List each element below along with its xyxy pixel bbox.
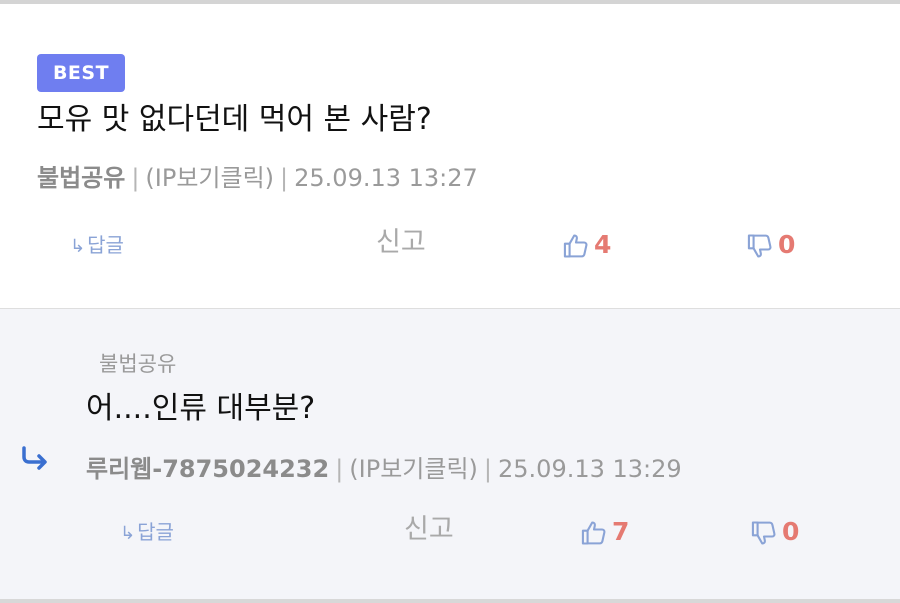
reply-arrow-icon [20, 445, 50, 471]
author-name[interactable]: 불법공유 [37, 164, 125, 192]
comment-meta: 불법공유 | (IP보기클릭) | 25.09.13 13:27 [37, 162, 478, 194]
like-button[interactable]: 7 [580, 515, 629, 549]
comment-thread: BEST 모유 맛 없다던데 먹어 본 사람? 불법공유 | (IP보기클릭) | 25… [0, 0, 900, 603]
return-arrow-icon: ↳ [70, 236, 86, 257]
ip-view-link[interactable]: (IP보기클릭) [349, 455, 478, 483]
best-comment: BEST 모유 맛 없다던데 먹어 본 사람? 불법공유 | (IP보기클릭) | 25… [0, 4, 900, 308]
like-count: 7 [612, 517, 630, 546]
reply-button[interactable]: ↳ 답글 [70, 228, 124, 264]
reply-button[interactable]: ↳ 답글 [120, 515, 174, 551]
report-button[interactable]: 신고 [376, 226, 426, 260]
dislike-count: 0 [782, 517, 800, 546]
reply-to-author: 불법공유 [99, 352, 177, 376]
meta-separator: | [483, 455, 492, 483]
thumbs-down-icon [746, 232, 774, 260]
dislike-button[interactable]: 0 [750, 515, 799, 549]
like-button[interactable]: 4 [562, 228, 611, 262]
like-count: 4 [594, 230, 612, 259]
meta-separator: | [335, 455, 344, 483]
return-arrow-icon: ↳ [120, 523, 136, 544]
timestamp: 25.09.13 13:29 [498, 455, 682, 483]
best-badge: BEST [37, 54, 125, 92]
reply-label: 답글 [87, 233, 124, 257]
dislike-count: 0 [778, 230, 796, 259]
bottom-divider [0, 599, 900, 603]
reply-comment: 불법공유 어....인류 대부분? 루리웹-7875024232 | (IP보기클릭… [0, 308, 900, 603]
comment-text: 모유 맛 없다던데 먹어 본 사람? [37, 102, 432, 137]
comment-meta: 루리웹-7875024232 | (IP보기클릭) | 25.09.13 13:29 [86, 453, 682, 485]
thumbs-up-icon [580, 519, 608, 547]
thumbs-down-icon [750, 519, 778, 547]
reply-label: 답글 [137, 520, 174, 544]
author-name[interactable]: 루리웹-7875024232 [86, 455, 329, 483]
report-button[interactable]: 신고 [404, 513, 454, 547]
dislike-button[interactable]: 0 [746, 228, 795, 262]
ip-view-link[interactable]: (IP보기클릭) [145, 164, 274, 192]
timestamp: 25.09.13 13:27 [294, 164, 478, 192]
meta-separator: | [280, 164, 289, 192]
comment-text: 어....인류 대부분? [86, 391, 316, 426]
thumbs-up-icon [562, 232, 590, 260]
meta-separator: | [131, 164, 140, 192]
